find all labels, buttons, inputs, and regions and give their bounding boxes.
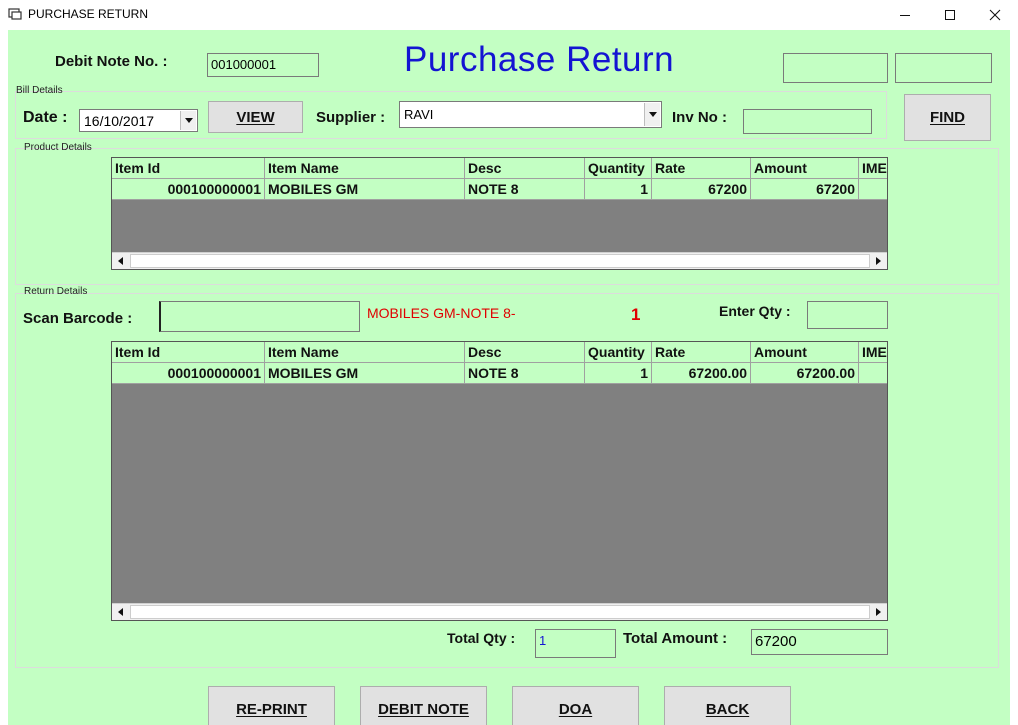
- column-header[interactable]: Item Name: [265, 158, 465, 179]
- product-grid-hscrollbar[interactable]: [112, 252, 887, 269]
- product-details-grid[interactable]: Item Id Item Name Desc Quantity Rate Amount IM…: [111, 157, 888, 270]
- bill-details-caption: Bill Details: [16, 85, 63, 96]
- scan-barcode-label: Scan Barcode :: [23, 310, 133, 327]
- enter-qty-label: Enter Qty :: [719, 303, 791, 319]
- date-label: Date :: [23, 109, 68, 126]
- return-details-grid[interactable]: Item Id Item Name Desc Quantity Rate Amount IM…: [111, 341, 888, 621]
- table-cell[interactable]: 000100000001: [112, 179, 265, 200]
- table-cell[interactable]: 67200: [751, 179, 859, 200]
- table-cell[interactable]: 1: [585, 179, 652, 200]
- table-row[interactable]: 000100000001 MOBILES GM NOTE 8 1 67200.00 672…: [112, 363, 887, 384]
- top-field-2[interactable]: [895, 53, 992, 83]
- column-header[interactable]: Amount: [751, 342, 859, 363]
- chevron-right-icon: [876, 608, 881, 616]
- column-header[interactable]: Quantity: [585, 158, 652, 179]
- column-header[interactable]: Rate: [652, 158, 751, 179]
- table-cell[interactable]: 9: [859, 363, 887, 384]
- minimize-icon: [900, 15, 910, 16]
- column-header[interactable]: IME: [859, 158, 887, 179]
- table-cell[interactable]: NOTE 8: [465, 179, 585, 200]
- inv-no-label: Inv No :: [672, 109, 727, 126]
- scroll-thumb[interactable]: [130, 254, 870, 268]
- minimize-button[interactable]: [882, 0, 928, 30]
- chevron-left-icon: [118, 608, 123, 616]
- maximize-button[interactable]: [927, 0, 973, 30]
- table-cell[interactable]: MOBILES GM: [265, 179, 465, 200]
- app-icon: [8, 8, 22, 20]
- reprint-button[interactable]: RE-PRINT: [208, 686, 335, 725]
- table-cell[interactable]: NOTE 8: [465, 363, 585, 384]
- back-button[interactable]: BACK: [664, 686, 791, 725]
- return-grid-header: Item Id Item Name Desc Quantity Rate Amount IM…: [112, 342, 887, 363]
- column-header[interactable]: Item Id: [112, 342, 265, 363]
- column-header[interactable]: Item Id: [112, 158, 265, 179]
- supplier-label: Supplier :: [316, 109, 386, 126]
- supplier-value: RAVI: [404, 107, 434, 122]
- doa-button[interactable]: DOA: [512, 686, 639, 725]
- scroll-right-button[interactable]: [870, 253, 887, 269]
- purchase-return-window: PURCHASE RETURN Debit Note No. : 0010000…: [0, 0, 1018, 725]
- column-header[interactable]: Amount: [751, 158, 859, 179]
- column-header[interactable]: Quantity: [585, 342, 652, 363]
- chevron-left-icon: [118, 257, 123, 265]
- column-header[interactable]: Rate: [652, 342, 751, 363]
- find-button[interactable]: FIND: [904, 94, 991, 141]
- close-button[interactable]: [972, 0, 1018, 30]
- chevron-down-icon: [184, 118, 193, 123]
- column-header[interactable]: Desc: [465, 158, 585, 179]
- supplier-dropdown-button[interactable]: [644, 103, 660, 126]
- return-grid-hscrollbar[interactable]: [112, 603, 887, 620]
- total-amount-field[interactable]: 67200: [751, 629, 888, 655]
- column-header[interactable]: IME: [859, 342, 887, 363]
- table-cell[interactable]: MOBILES GM: [265, 363, 465, 384]
- return-details-caption: Return Details: [24, 286, 88, 297]
- table-row[interactable]: 000100000001MOBILES GMNOTE 8167200672009: [112, 179, 887, 200]
- supplier-select[interactable]: RAVI: [399, 101, 662, 128]
- scroll-right-button[interactable]: [870, 604, 887, 620]
- view-button[interactable]: VIEW: [208, 101, 303, 133]
- table-cell[interactable]: 67200.00: [751, 363, 859, 384]
- inv-no-field[interactable]: [743, 109, 872, 134]
- window-title: PURCHASE RETURN: [28, 7, 149, 21]
- form-client-area: Debit Note No. : 001000001 Purchase Retu…: [8, 30, 1010, 725]
- total-amount-label: Total Amount :: [623, 630, 728, 647]
- scanned-item-count: 1: [631, 305, 641, 324]
- debit-note-button[interactable]: DEBIT NOTE: [360, 686, 487, 725]
- table-cell[interactable]: 67200: [652, 179, 751, 200]
- table-cell[interactable]: 67200.00: [652, 363, 751, 384]
- table-cell[interactable]: 000100000001: [112, 363, 265, 384]
- scroll-left-button[interactable]: [112, 253, 129, 269]
- debit-note-label: Debit Note No. :: [55, 53, 168, 70]
- date-picker[interactable]: 16/10/2017: [79, 109, 198, 132]
- scan-barcode-field[interactable]: [159, 301, 360, 332]
- scanned-item-info: MOBILES GM-NOTE 8-: [367, 305, 516, 321]
- maximize-icon: [945, 10, 955, 20]
- close-icon: [989, 9, 1001, 21]
- scroll-thumb[interactable]: [130, 605, 870, 619]
- column-header[interactable]: Desc: [465, 342, 585, 363]
- scroll-left-button[interactable]: [112, 604, 129, 620]
- page-title: Purchase Return: [404, 40, 675, 79]
- total-qty-field[interactable]: 1: [535, 629, 616, 658]
- column-header[interactable]: Item Name: [265, 342, 465, 363]
- chevron-down-icon: [648, 112, 657, 117]
- product-details-caption: Product Details: [24, 142, 92, 153]
- date-dropdown-button[interactable]: [180, 111, 196, 130]
- top-field-1[interactable]: [783, 53, 888, 83]
- table-cell[interactable]: 9: [859, 179, 887, 200]
- chevron-right-icon: [876, 257, 881, 265]
- product-grid-header: Item Id Item Name Desc Quantity Rate Amount IM…: [112, 158, 887, 179]
- date-value: 16/10/2017: [84, 113, 155, 129]
- enter-qty-field[interactable]: [807, 301, 888, 329]
- total-qty-label: Total Qty :: [447, 630, 516, 646]
- table-cell[interactable]: 1: [585, 363, 652, 384]
- debit-note-field[interactable]: 001000001: [207, 53, 319, 77]
- title-bar: PURCHASE RETURN: [0, 0, 1018, 30]
